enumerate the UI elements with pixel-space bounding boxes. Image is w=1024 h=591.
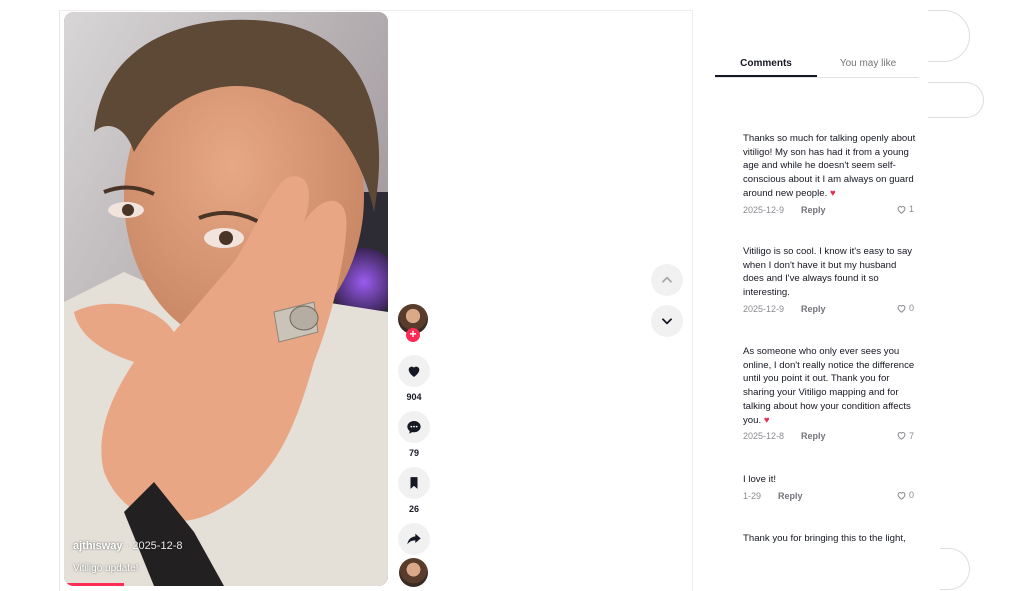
like-button[interactable]: [398, 355, 430, 387]
comment-button[interactable]: [398, 411, 430, 443]
divider: [60, 10, 692, 11]
previous-video-button[interactable]: [651, 264, 683, 296]
reply-button[interactable]: Reply: [801, 304, 826, 314]
comment-meta: 1-29 Reply 0: [743, 490, 917, 502]
reply-button[interactable]: Reply: [778, 491, 803, 501]
video-progress-bar[interactable]: [64, 583, 124, 586]
author-username[interactable]: ajthisway: [73, 540, 123, 552]
video-frame: [64, 12, 388, 586]
comment-text: I love it!: [743, 474, 777, 485]
follow-plus-icon[interactable]: +: [406, 328, 420, 342]
comment-item: I love it! 1-29 Reply 0: [743, 473, 917, 502]
comment-item: Thanks so much for talking openly about …: [743, 132, 917, 216]
comment-like-button[interactable]: 0: [896, 490, 914, 501]
video-author-line[interactable]: ajthisway · 2025-12-8: [73, 540, 182, 552]
red-heart-emoji: ♥: [829, 187, 836, 199]
heart-icon: [408, 366, 420, 377]
decorative-curve: [940, 548, 970, 590]
comment-date: 2025-12-9: [743, 303, 785, 314]
reply-button[interactable]: Reply: [801, 431, 826, 441]
tab-comments[interactable]: Comments: [715, 54, 817, 77]
comment-item: Thank you for bringing this to the light…: [743, 532, 917, 546]
comment-like-count: 7: [908, 430, 914, 441]
video-detail-page: ajthisway · 2025-12-8 Vitiligo update! +…: [0, 0, 1024, 591]
bookmark-icon: [410, 477, 418, 489]
heart-outline-icon: [897, 205, 906, 214]
like-count: 904: [406, 392, 422, 402]
save-button[interactable]: [398, 467, 430, 499]
heart-outline-icon: [897, 432, 906, 440]
comment-text: Vitiligo is so cool. I know it's easy to…: [743, 246, 913, 299]
divider: [59, 10, 60, 591]
comment-text: Thank you for bringing this to the light…: [743, 533, 906, 544]
heart-outline-icon: [897, 304, 906, 313]
comment-like-count: 0: [908, 490, 914, 501]
share-arrow-icon: [407, 533, 421, 545]
comment-like-button[interactable]: 1: [896, 204, 914, 215]
save-count: 26: [408, 504, 419, 514]
chevron-down-icon: [662, 318, 672, 325]
decorative-curve: [928, 10, 970, 62]
comment-item: As someone who only ever sees you online…: [743, 345, 917, 442]
comment-meta: 2025-12-8 Reply 7: [743, 430, 917, 442]
comment-item: Vitiligo is so cool. I know it's easy to…: [743, 245, 917, 315]
comment-like-count: 0: [908, 303, 914, 314]
comment-count: 79: [408, 448, 419, 458]
video-caption: Vitiligo update!: [73, 563, 139, 574]
comment-meta: 2025-12-9 Reply 0: [743, 303, 917, 315]
comment-date: 2025-12-9: [743, 204, 785, 215]
comment-like-button[interactable]: 7: [896, 430, 914, 441]
comment-date: 2025-12-8: [743, 431, 785, 442]
creator-avatar[interactable]: +: [398, 304, 428, 342]
video-player[interactable]: ajthisway · 2025-12-8 Vitiligo update!: [64, 12, 388, 586]
divider: [692, 10, 693, 591]
comment-text: As someone who only ever sees you online…: [743, 346, 915, 426]
next-video-button[interactable]: [651, 305, 683, 337]
reply-button[interactable]: Reply: [801, 205, 826, 215]
action-bar: + 904 79 26 9: [398, 304, 430, 579]
music-disc-avatar[interactable]: [399, 558, 428, 587]
comment-like-button[interactable]: 0: [896, 303, 914, 314]
comment-like-count: 1: [908, 204, 914, 215]
comment-text: Thanks so much for talking openly about …: [743, 133, 916, 199]
post-date: 2025-12-8: [132, 540, 183, 552]
decorative-curve: [928, 82, 984, 118]
heart-outline-icon: [897, 491, 906, 500]
panel-tabs: Comments You may like: [715, 54, 919, 78]
comment-meta: 2025-12-9 Reply 1: [743, 204, 917, 216]
comment-icon: [407, 421, 421, 434]
share-button[interactable]: [398, 523, 430, 555]
comment-date: 1-29: [743, 490, 762, 501]
tab-you-may-like[interactable]: You may like: [817, 54, 919, 77]
red-heart-emoji: ♥: [763, 414, 770, 426]
chevron-up-icon: [662, 276, 672, 283]
